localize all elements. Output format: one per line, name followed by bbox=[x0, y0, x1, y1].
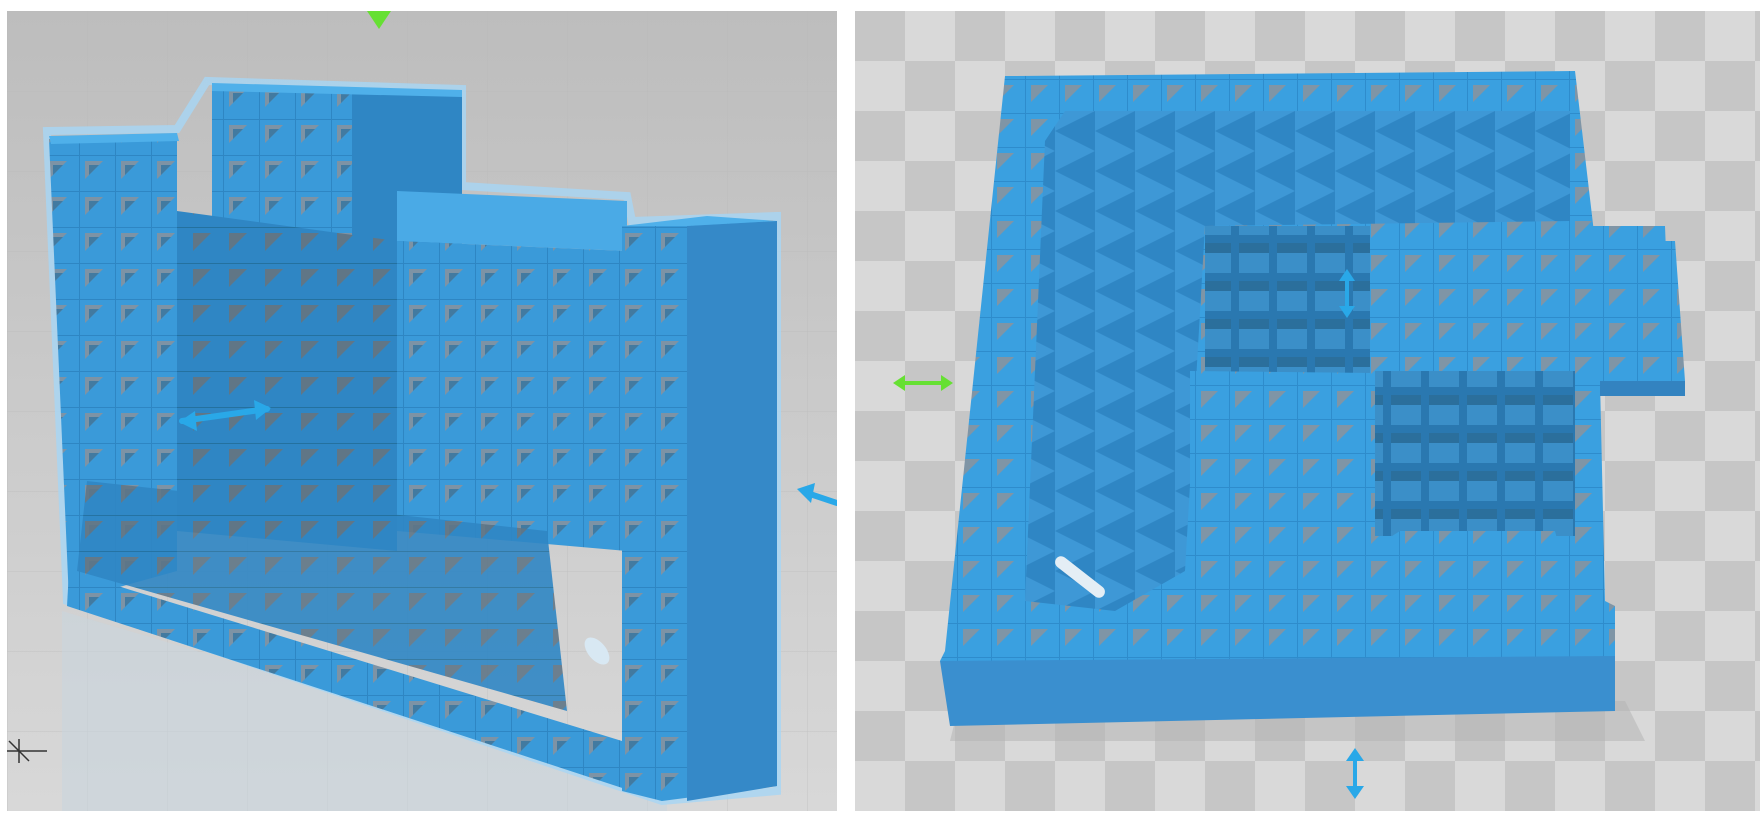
upper-step-face bbox=[397, 241, 627, 551]
scene-right[interactable] bbox=[855, 11, 1760, 811]
right-pillar-side bbox=[687, 221, 777, 801]
upper-step-top bbox=[397, 191, 627, 251]
scene-left[interactable] bbox=[7, 11, 837, 811]
cell-grid-lower bbox=[1375, 371, 1575, 536]
viewport-right[interactable] bbox=[855, 11, 1760, 811]
upper-right-block bbox=[1370, 226, 1670, 356]
lattice-maze-model[interactable] bbox=[940, 71, 1685, 726]
middle-block bbox=[1190, 371, 1375, 546]
wing-side bbox=[1600, 381, 1685, 396]
viewport-left[interactable] bbox=[7, 11, 837, 811]
